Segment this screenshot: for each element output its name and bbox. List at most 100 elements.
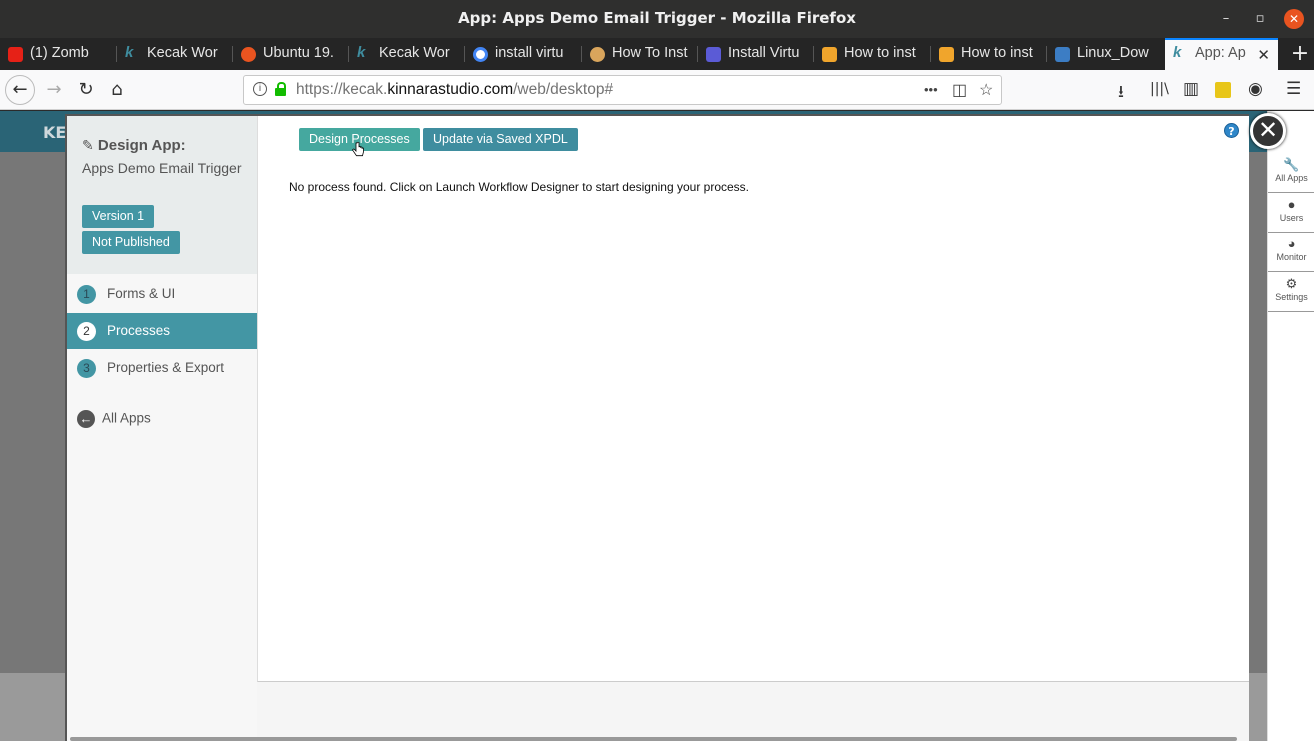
reload-button[interactable]: ↻	[72, 76, 100, 104]
kecak-icon: k	[125, 44, 134, 61]
step-properties-export[interactable]: 3 Properties & Export	[67, 350, 257, 386]
tab-label: Install Virtu	[728, 45, 800, 61]
help-icon[interactable]: ?	[1224, 123, 1239, 138]
edit-icon: ✎	[82, 137, 94, 153]
browser-tab[interactable]: Linux_Dow	[1047, 38, 1164, 70]
rail-item-all-apps[interactable]: 🔧 All Apps	[1268, 153, 1314, 193]
pocket-icon[interactable]: ◫	[952, 80, 967, 100]
site-icon	[1055, 47, 1070, 62]
step-forms-ui[interactable]: 1 Forms & UI	[67, 276, 257, 312]
app-logo-text: KE	[43, 123, 67, 142]
browser-tab-active[interactable]: k App: Ap ✕	[1165, 38, 1278, 70]
url-path: /web/desktop#	[513, 81, 614, 98]
rail-item-monitor[interactable]: ◕ Monitor	[1268, 232, 1314, 272]
site-info-icon[interactable]: i	[253, 82, 267, 96]
ubuntu-icon	[241, 47, 256, 62]
rail-label: Settings	[1275, 292, 1308, 302]
hand-cursor-icon	[352, 142, 364, 157]
browser-tab[interactable]: How to inst	[931, 38, 1047, 70]
browser-tab[interactable]: k Kecak Wor	[117, 38, 233, 70]
rail-label: All Apps	[1275, 173, 1308, 183]
url-bar[interactable]: i https://kecak.kinnarastudio.com/web/de…	[243, 75, 1002, 105]
forward-button[interactable]: →	[40, 76, 68, 104]
browser-tab[interactable]: k Kecak Wor	[349, 38, 465, 70]
tab-label: How to inst	[844, 45, 916, 61]
maximize-button[interactable]: ▫	[1250, 9, 1270, 29]
foss-linux-icon	[822, 47, 837, 62]
tab-label: install virtu	[495, 45, 564, 61]
rail-label: Users	[1279, 213, 1304, 223]
wrench-icon: 🔧	[1283, 157, 1300, 172]
step-number: 2	[77, 322, 96, 341]
youtube-icon	[8, 47, 23, 62]
window-title: App: Apps Demo Email Trigger - Mozilla F…	[458, 9, 856, 27]
version-badge[interactable]: Version 1	[82, 205, 155, 228]
processes-panel: Design Processes Update via Saved XPDL N…	[257, 116, 1249, 682]
home-button[interactable]: ⌂	[103, 76, 131, 104]
user-icon: ●	[1287, 197, 1296, 212]
close-tab-icon[interactable]: ✕	[1257, 46, 1270, 64]
step-label: Processes	[107, 323, 171, 338]
foss-linux-icon	[939, 47, 954, 62]
bookmark-star-icon[interactable]: ☆	[979, 80, 993, 100]
design-app-heading: ✎ Design App:	[82, 137, 186, 154]
tab-label: How to inst	[961, 45, 1033, 61]
back-button[interactable]: ←	[5, 75, 35, 105]
tab-label: (1) Zomb	[30, 45, 89, 61]
google-icon	[473, 47, 488, 62]
gears-icon: ⚙	[1285, 276, 1298, 291]
menu-icon[interactable]: ☰	[1286, 79, 1301, 99]
tab-label: Kecak Wor	[147, 45, 218, 61]
rail-item-users[interactable]: ● Users	[1268, 193, 1314, 233]
new-tab-button[interactable]: +	[1286, 38, 1314, 70]
browser-tab[interactable]: Ubuntu 19.	[233, 38, 349, 70]
all-apps-link[interactable]: ← All Apps	[77, 410, 151, 428]
sidebar-icon[interactable]: ▥	[1183, 79, 1199, 99]
publish-status-badge[interactable]: Not Published	[82, 231, 180, 254]
tab-label: How To Inst	[612, 45, 688, 61]
horizontal-scrollbar[interactable]	[70, 737, 1237, 741]
page-actions-icon[interactable]: •••	[924, 82, 938, 97]
close-modal-button[interactable]: ✕	[1250, 113, 1286, 149]
tab-label: Kecak Wor	[379, 45, 450, 61]
minimize-button[interactable]: –	[1216, 9, 1236, 29]
design-app-modal: ✎ Design App: Apps Demo Email Trigger Ve…	[65, 114, 1249, 741]
design-app-sidebar: ✎ Design App: Apps Demo Email Trigger Ve…	[67, 116, 257, 741]
rail-label: Monitor	[1276, 252, 1307, 262]
account-icon[interactable]: ◉	[1248, 79, 1263, 99]
tab-label: Ubuntu 19.	[263, 45, 334, 61]
window-titlebar: App: Apps Demo Email Trigger - Mozilla F…	[0, 0, 1314, 38]
lock-icon	[275, 82, 286, 96]
right-quick-nav: 🔧 All Apps ● Users ◕ Monitor ⚙ Settings	[1267, 111, 1314, 741]
browser-tab[interactable]: install virtu	[465, 38, 582, 70]
extension-icon[interactable]	[1215, 82, 1231, 98]
url-text: https://kecak.kinnarastudio.com/web/desk…	[296, 81, 613, 99]
browser-tab[interactable]: How to inst	[814, 38, 931, 70]
tab-label: Linux_Dow	[1077, 45, 1149, 61]
browser-tab[interactable]: (1) Zomb	[0, 38, 117, 70]
step-number: 3	[77, 359, 96, 378]
browser-tab[interactable]: Install Virtu	[698, 38, 814, 70]
downloads-icon[interactable]: ⭳	[1118, 79, 1124, 108]
heading-text: Design App:	[97, 137, 186, 154]
all-apps-label: All Apps	[102, 410, 151, 426]
close-window-button[interactable]: ✕	[1284, 9, 1304, 29]
step-number: 1	[77, 285, 96, 304]
tab-bar: (1) Zomb k Kecak Wor Ubuntu 19. k Kecak …	[0, 38, 1314, 70]
kecak-icon: k	[357, 44, 366, 61]
site-icon	[590, 47, 605, 62]
app-name: Apps Demo Email Trigger	[82, 160, 242, 176]
no-process-message: No process found. Click on Launch Workfl…	[289, 180, 750, 194]
update-xpdl-button[interactable]: Update via Saved XPDL	[423, 128, 578, 151]
navigation-toolbar: ← → ↻ ⌂ i https://kecak.kinnarastudio.co…	[0, 70, 1314, 110]
tab-label: App: Ap	[1195, 45, 1246, 61]
site-icon	[706, 47, 721, 62]
step-label: Properties & Export	[107, 360, 225, 375]
browser-tab[interactable]: How To Inst	[582, 38, 698, 70]
library-icon[interactable]: |||\	[1150, 81, 1169, 97]
rail-item-settings[interactable]: ⚙ Settings	[1268, 272, 1314, 312]
step-processes[interactable]: 2 Processes	[67, 313, 257, 349]
step-label: Forms & UI	[107, 286, 176, 301]
dashboard-icon: ◕	[1287, 236, 1296, 251]
app-info-panel: ✎ Design App: Apps Demo Email Trigger Ve…	[67, 116, 257, 274]
